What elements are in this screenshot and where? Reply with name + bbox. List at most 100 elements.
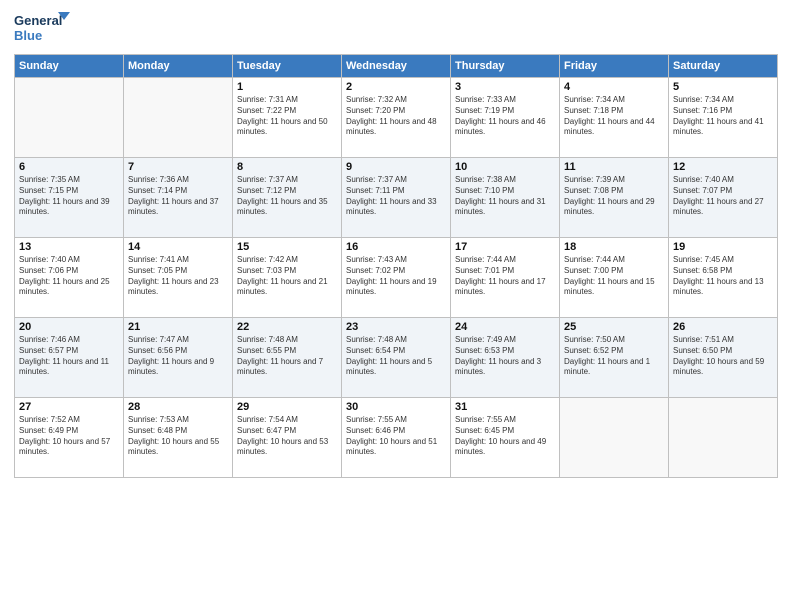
day-number: 7 [128, 161, 228, 173]
day-info: Sunrise: 7:44 AMSunset: 7:00 PMDaylight:… [564, 255, 664, 298]
header-row: SundayMondayTuesdayWednesdayThursdayFrid… [15, 55, 778, 78]
svg-text:Blue: Blue [14, 28, 42, 43]
day-number: 31 [455, 401, 555, 413]
day-number: 5 [673, 81, 773, 93]
day-number: 28 [128, 401, 228, 413]
day-info: Sunrise: 7:48 AMSunset: 6:55 PMDaylight:… [237, 335, 337, 378]
calendar-cell: 18 Sunrise: 7:44 AMSunset: 7:00 PMDayligh… [560, 238, 669, 318]
calendar-cell: 29 Sunrise: 7:54 AMSunset: 6:47 PMDayligh… [233, 398, 342, 478]
day-number: 18 [564, 241, 664, 253]
calendar-cell: 10 Sunrise: 7:38 AMSunset: 7:10 PMDayligh… [451, 158, 560, 238]
day-info: Sunrise: 7:32 AMSunset: 7:20 PMDaylight:… [346, 95, 446, 138]
calendar-cell: 31 Sunrise: 7:55 AMSunset: 6:45 PMDayligh… [451, 398, 560, 478]
day-number: 8 [237, 161, 337, 173]
generalblue-logo: General Blue [14, 10, 70, 48]
day-info: Sunrise: 7:48 AMSunset: 6:54 PMDaylight:… [346, 335, 446, 378]
day-number: 26 [673, 321, 773, 333]
day-number: 30 [346, 401, 446, 413]
day-info: Sunrise: 7:50 AMSunset: 6:52 PMDaylight:… [564, 335, 664, 378]
day-info: Sunrise: 7:44 AMSunset: 7:01 PMDaylight:… [455, 255, 555, 298]
col-header-sunday: Sunday [15, 55, 124, 78]
calendar-cell: 12 Sunrise: 7:40 AMSunset: 7:07 PMDayligh… [669, 158, 778, 238]
col-header-wednesday: Wednesday [342, 55, 451, 78]
day-info: Sunrise: 7:52 AMSunset: 6:49 PMDaylight:… [19, 415, 119, 458]
day-info: Sunrise: 7:33 AMSunset: 7:19 PMDaylight:… [455, 95, 555, 138]
calendar-cell [669, 398, 778, 478]
col-header-friday: Friday [560, 55, 669, 78]
col-header-thursday: Thursday [451, 55, 560, 78]
day-info: Sunrise: 7:42 AMSunset: 7:03 PMDaylight:… [237, 255, 337, 298]
day-number: 4 [564, 81, 664, 93]
calendar-cell: 7 Sunrise: 7:36 AMSunset: 7:14 PMDaylight… [124, 158, 233, 238]
day-info: Sunrise: 7:54 AMSunset: 6:47 PMDaylight:… [237, 415, 337, 458]
calendar-cell: 23 Sunrise: 7:48 AMSunset: 6:54 PMDayligh… [342, 318, 451, 398]
day-number: 16 [346, 241, 446, 253]
calendar-cell: 30 Sunrise: 7:55 AMSunset: 6:46 PMDayligh… [342, 398, 451, 478]
day-info: Sunrise: 7:38 AMSunset: 7:10 PMDaylight:… [455, 175, 555, 218]
day-info: Sunrise: 7:36 AMSunset: 7:14 PMDaylight:… [128, 175, 228, 218]
col-header-tuesday: Tuesday [233, 55, 342, 78]
calendar-cell [124, 78, 233, 158]
day-number: 3 [455, 81, 555, 93]
calendar-cell: 15 Sunrise: 7:42 AMSunset: 7:03 PMDayligh… [233, 238, 342, 318]
day-info: Sunrise: 7:39 AMSunset: 7:08 PMDaylight:… [564, 175, 664, 218]
calendar-cell [15, 78, 124, 158]
calendar-cell: 26 Sunrise: 7:51 AMSunset: 6:50 PMDayligh… [669, 318, 778, 398]
calendar-cell: 2 Sunrise: 7:32 AMSunset: 7:20 PMDaylight… [342, 78, 451, 158]
week-row: 1Sunrise: 7:31 AMSunset: 7:22 PMDaylight… [15, 78, 778, 158]
calendar-cell: 16 Sunrise: 7:43 AMSunset: 7:02 PMDayligh… [342, 238, 451, 318]
day-info: Sunrise: 7:43 AMSunset: 7:02 PMDaylight:… [346, 255, 446, 298]
day-info: Sunrise: 7:31 AMSunset: 7:22 PMDaylight:… [237, 95, 337, 138]
day-number: 21 [128, 321, 228, 333]
day-number: 29 [237, 401, 337, 413]
week-row: 20 Sunrise: 7:46 AMSunset: 6:57 PMDayligh… [15, 318, 778, 398]
day-number: 24 [455, 321, 555, 333]
calendar-page: General Blue SundayMondayTuesdayWednesda… [0, 0, 792, 612]
day-info: Sunrise: 7:55 AMSunset: 6:46 PMDaylight:… [346, 415, 446, 458]
calendar-cell: 21Sunrise: 7:47 AMSunset: 6:56 PMDayligh… [124, 318, 233, 398]
day-number: 22 [237, 321, 337, 333]
calendar-cell: 9Sunrise: 7:37 AMSunset: 7:11 PMDaylight… [342, 158, 451, 238]
day-info: Sunrise: 7:40 AMSunset: 7:07 PMDaylight:… [673, 175, 773, 218]
calendar-cell [560, 398, 669, 478]
calendar-cell: 17 Sunrise: 7:44 AMSunset: 7:01 PMDayligh… [451, 238, 560, 318]
calendar-table: SundayMondayTuesdayWednesdayThursdayFrid… [14, 54, 778, 478]
day-number: 9 [346, 161, 446, 173]
svg-text:General: General [14, 13, 62, 28]
calendar-cell: 27Sunrise: 7:52 AMSunset: 6:49 PMDayligh… [15, 398, 124, 478]
day-info: Sunrise: 7:34 AMSunset: 7:16 PMDaylight:… [673, 95, 773, 138]
col-header-monday: Monday [124, 55, 233, 78]
day-number: 20 [19, 321, 119, 333]
day-number: 15 [237, 241, 337, 253]
day-number: 17 [455, 241, 555, 253]
day-number: 12 [673, 161, 773, 173]
day-info: Sunrise: 7:40 AMSunset: 7:06 PMDaylight:… [19, 255, 119, 298]
calendar-cell: 25Sunrise: 7:50 AMSunset: 6:52 PMDayligh… [560, 318, 669, 398]
header: General Blue [14, 10, 778, 48]
col-header-saturday: Saturday [669, 55, 778, 78]
day-number: 23 [346, 321, 446, 333]
day-info: Sunrise: 7:51 AMSunset: 6:50 PMDaylight:… [673, 335, 773, 378]
logo: General Blue [14, 10, 70, 48]
calendar-cell: 14Sunrise: 7:41 AMSunset: 7:05 PMDayligh… [124, 238, 233, 318]
calendar-cell: 20 Sunrise: 7:46 AMSunset: 6:57 PMDayligh… [15, 318, 124, 398]
day-info: Sunrise: 7:34 AMSunset: 7:18 PMDaylight:… [564, 95, 664, 138]
calendar-cell: 11Sunrise: 7:39 AMSunset: 7:08 PMDayligh… [560, 158, 669, 238]
calendar-cell: 13 Sunrise: 7:40 AMSunset: 7:06 PMDayligh… [15, 238, 124, 318]
day-number: 19 [673, 241, 773, 253]
week-row: 27Sunrise: 7:52 AMSunset: 6:49 PMDayligh… [15, 398, 778, 478]
day-info: Sunrise: 7:35 AMSunset: 7:15 PMDaylight:… [19, 175, 119, 218]
day-number: 10 [455, 161, 555, 173]
day-info: Sunrise: 7:53 AMSunset: 6:48 PMDaylight:… [128, 415, 228, 458]
day-info: Sunrise: 7:49 AMSunset: 6:53 PMDaylight:… [455, 335, 555, 378]
calendar-cell: 19Sunrise: 7:45 AMSunset: 6:58 PMDayligh… [669, 238, 778, 318]
calendar-cell: 5 Sunrise: 7:34 AMSunset: 7:16 PMDaylight… [669, 78, 778, 158]
day-number: 2 [346, 81, 446, 93]
day-number: 13 [19, 241, 119, 253]
week-row: 13 Sunrise: 7:40 AMSunset: 7:06 PMDayligh… [15, 238, 778, 318]
day-info: Sunrise: 7:37 AMSunset: 7:12 PMDaylight:… [237, 175, 337, 218]
day-info: Sunrise: 7:46 AMSunset: 6:57 PMDaylight:… [19, 335, 119, 378]
day-info: Sunrise: 7:55 AMSunset: 6:45 PMDaylight:… [455, 415, 555, 458]
calendar-cell: 8 Sunrise: 7:37 AMSunset: 7:12 PMDaylight… [233, 158, 342, 238]
calendar-cell: 6Sunrise: 7:35 AMSunset: 7:15 PMDaylight… [15, 158, 124, 238]
